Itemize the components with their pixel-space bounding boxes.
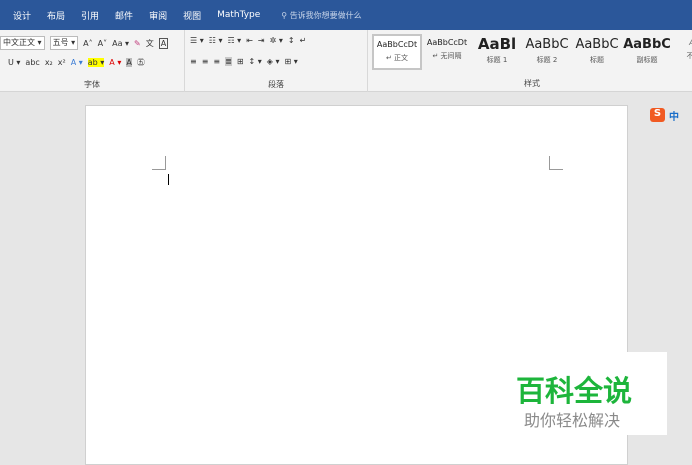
tell-me-search[interactable]: ⚲ 告诉我你想要做什么 — [281, 10, 361, 21]
clear-format-icon[interactable]: ✎ — [134, 39, 141, 48]
justify-icon[interactable]: ≣ — [225, 57, 232, 66]
sort-icon[interactable]: ↕ — [288, 36, 295, 45]
char-border-icon[interactable]: A — [158, 37, 169, 49]
text-cursor — [168, 174, 169, 185]
paragraph-group: ☰ ▾ ☷ ▾ ☶ ▾ ⇤ ⇥ ✲ ▾ ↕ ↵ ≡ ≡ ≡ ≣ ⊞ ↕ ▾ ◈ … — [185, 30, 368, 92]
enclose-char-icon[interactable]: ㊄ — [137, 57, 145, 68]
paragraph-group-label: 段落 — [268, 80, 284, 89]
ribbon-tabs: 设计 布局 引用 邮件 审阅 视图 MathType ⚲ 告诉我你想要做什么 — [0, 0, 692, 30]
style-heading-2[interactable]: AaBbC 标题 2 — [522, 34, 572, 70]
multilevel-list-button[interactable]: ☶ ▾ — [227, 36, 241, 45]
font-group-label: 字体 — [84, 80, 100, 89]
tab-layout[interactable]: 布局 — [47, 9, 65, 22]
char-shading-icon[interactable]: A — [126, 58, 132, 67]
style-normal[interactable]: AaBbCcDt ↵ 正文 — [372, 34, 422, 70]
asian-layout-button[interactable]: ✲ ▾ — [270, 36, 283, 45]
styles-group-label: 样式 — [524, 79, 540, 88]
decrease-indent-icon[interactable]: ⇤ — [246, 36, 253, 45]
show-marks-icon[interactable]: ↵ — [300, 36, 307, 45]
style-subtle-emphasis[interactable]: AaB不明显 — [672, 34, 692, 70]
tab-design[interactable]: 设计 — [13, 9, 31, 22]
watermark-subtitle: 助你轻松解决 — [524, 411, 621, 430]
tab-view[interactable]: 视图 — [183, 9, 201, 22]
tab-references[interactable]: 引用 — [81, 9, 99, 22]
crop-mark-right — [549, 156, 563, 170]
align-left-icon[interactable]: ≡ — [190, 57, 197, 66]
highlight-button[interactable]: ab ▾ — [87, 58, 105, 67]
numbering-button[interactable]: ☷ ▾ — [209, 36, 223, 45]
ime-mode[interactable]: 中 — [669, 108, 679, 123]
superscript-button[interactable]: x² — [58, 58, 66, 67]
text-effects-button[interactable]: A ▾ — [71, 58, 83, 67]
underline-button[interactable]: U ▾ — [8, 58, 20, 67]
font-color-button[interactable]: A ▾ — [109, 58, 121, 67]
style-title[interactable]: AaBbC 标题 — [572, 34, 622, 70]
ime-toolbar[interactable]: S 中 — [650, 108, 679, 123]
increase-indent-icon[interactable]: ⇥ — [258, 36, 265, 45]
borders-button[interactable]: ⊞ ▾ — [285, 57, 298, 66]
align-center-icon[interactable]: ≡ — [202, 57, 209, 66]
phonetic-guide-icon[interactable]: 文 — [146, 38, 154, 49]
line-spacing-button[interactable]: ↕ ▾ — [249, 57, 262, 66]
watermark: 百科全说 助你轻松解决 — [500, 352, 667, 435]
align-right-icon[interactable]: ≡ — [213, 57, 220, 66]
font-name-select[interactable]: 中文正文 ▾ — [0, 36, 45, 50]
distributed-icon[interactable]: ⊞ — [237, 57, 244, 66]
ribbon: 中文正文 ▾ 五号 ▾ A˄ A˅ Aa ▾ ✎ 文 A U ▾ abc x₂ … — [0, 30, 692, 92]
crop-mark-left — [152, 156, 166, 170]
tab-mathtype[interactable]: MathType — [217, 10, 260, 20]
tab-mailings[interactable]: 邮件 — [115, 9, 133, 22]
style-subtitle[interactable]: AaBbC 副标题 — [622, 34, 672, 70]
strikethrough-button[interactable]: abc — [25, 58, 39, 67]
grow-font-icon[interactable]: A˄ — [83, 39, 92, 48]
styles-gallery: AaBbCcDt ↵ 正文 AaBbCcDt ↵ 无间隔 AaBl 标题 1 AaBb… — [372, 34, 692, 70]
shading-button[interactable]: ◈ ▾ — [267, 57, 280, 66]
watermark-title: 百科全说 — [516, 374, 633, 408]
subscript-button[interactable]: x₂ — [45, 58, 53, 67]
style-no-spacing[interactable]: AaBbCcDt ↵ 无间隔 — [422, 34, 472, 70]
font-group: 中文正文 ▾ 五号 ▾ A˄ A˅ Aa ▾ ✎ 文 A U ▾ abc x₂ … — [0, 30, 185, 92]
sogou-logo-icon: S — [650, 108, 665, 122]
bullets-button[interactable]: ☰ ▾ — [190, 36, 204, 45]
tab-review[interactable]: 审阅 — [149, 9, 167, 22]
style-heading-1[interactable]: AaBl 标题 1 — [472, 34, 522, 70]
search-icon: ⚲ — [281, 10, 290, 20]
change-case-button[interactable]: Aa ▾ — [112, 39, 129, 48]
font-size-select[interactable]: 五号 ▾ — [49, 36, 79, 50]
shrink-font-icon[interactable]: A˅ — [98, 39, 107, 48]
